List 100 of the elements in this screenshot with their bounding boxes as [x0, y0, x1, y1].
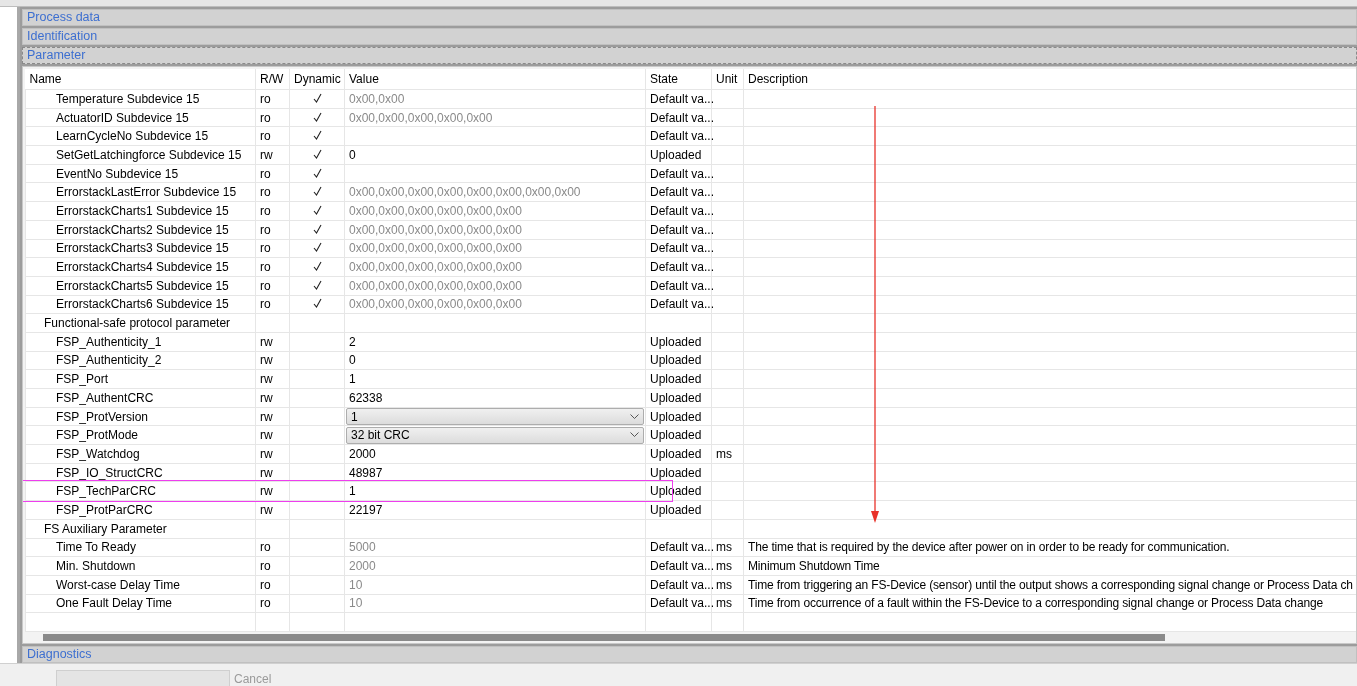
table-cell [711, 108, 744, 127]
table-cell: rw [255, 425, 290, 445]
table-cell[interactable]: 22197 [344, 500, 646, 520]
column-header[interactable]: Dynamic [289, 69, 345, 90]
parameter-row[interactable]: FSP_ProtVersion rw 1 Uploaded [25, 407, 1356, 426]
table-cell: ro [255, 201, 290, 221]
table-cell: ErrorstackLastError Subdevice 15 [25, 182, 256, 202]
parameter-row[interactable]: Min. Shutdown ro 2000 Default va... ms Minimum Shutdown Time [25, 556, 1356, 576]
table-cell: Uploaded [645, 407, 712, 426]
table-cell: ms [711, 556, 744, 576]
table-cell: ro [255, 164, 290, 183]
column-header[interactable]: Value [344, 69, 646, 90]
parameter-row[interactable]: ErrorstackCharts6 Subdevice 15 ro 0x00,0x00,0x00,0x00,0x00,0x00 Default va... [25, 295, 1356, 314]
table-cell[interactable]: 1 [344, 369, 646, 389]
table-cell [711, 239, 744, 258]
table-cell [711, 126, 744, 146]
parameter-row[interactable]: Worst-case Delay Time ro 10 Default va... ms Time from triggering an FS-Device (sensor) until the output shows a corresponding signal change or Process Data ch [25, 575, 1356, 595]
parameter-row[interactable]: FSP_Watchdog rw 2000 Uploaded ms [25, 444, 1356, 464]
parameter-row[interactable]: ErrorstackCharts4 Subdevice 15 ro 0x00,0x00,0x00,0x00,0x00,0x00 Default va... [25, 257, 1356, 277]
parameter-row[interactable]: LearnCycleNo Subdevice 15 ro Default va... [25, 126, 1356, 146]
parameter-row[interactable]: SetGetLatchingforce Subdevice 15 rw 0 Uploaded [25, 145, 1356, 165]
column-header[interactable]: State [645, 69, 712, 90]
table-cell: Functional-safe protocol parameter [25, 313, 256, 333]
table-cell: ro [255, 126, 290, 146]
table-cell: 10 [344, 575, 646, 595]
parameter-row[interactable]: ErrorstackCharts2 Subdevice 15 ro 0x00,0x00,0x00,0x00,0x00,0x00 Default va... [25, 220, 1356, 239]
parameter-row[interactable]: Time To Ready ro 5000 Default va... ms The time that is required by the device after power on in order to be ready for communication. [25, 538, 1356, 557]
chevron-icon [630, 413, 639, 420]
table-cell: Uploaded [645, 388, 712, 408]
column-header[interactable]: Unit [711, 69, 744, 90]
parameter-row[interactable]: FSP_ProtMode rw 32 bit CRC Uploaded [25, 425, 1356, 445]
table-cell: ms [711, 594, 744, 613]
table-cell: Temperature Subdevice 15 [25, 89, 256, 109]
table-cell[interactable]: 0 [344, 145, 646, 165]
column-header[interactable]: Description [743, 69, 1356, 90]
table-cell: Default va... [645, 295, 712, 314]
table-cell[interactable]: 2000 [344, 444, 646, 464]
parameter-row[interactable]: ErrorstackCharts5 Subdevice 15 ro 0x00,0x00,0x00,0x00,0x00,0x00 Default va... [25, 276, 1356, 296]
table-cell: FSP_Watchdog [25, 444, 256, 464]
table-cell: SetGetLatchingforce Subdevice 15 [25, 145, 256, 165]
column-header[interactable]: Name [25, 69, 256, 90]
table-cell: ro [255, 239, 290, 258]
parameter-row[interactable]: FSP_Port rw 1 Uploaded [25, 369, 1356, 389]
check-icon [312, 167, 322, 178]
table-cell[interactable]: 48987 [344, 463, 646, 482]
table-cell: Default va... [645, 239, 712, 258]
table-cell: FSP_ProtMode [25, 425, 256, 445]
check-icon [312, 279, 322, 290]
parameter-row[interactable]: FSP_Authenticity_2 rw 0 Uploaded [25, 351, 1356, 370]
table-cell: 0x00,0x00,0x00,0x00,0x00,0x00 [344, 220, 646, 239]
table-cell: Default va... [645, 201, 712, 221]
table-cell: ms [711, 444, 744, 464]
table-cell[interactable]: 0 [344, 351, 646, 370]
parameter-row[interactable]: ErrorstackCharts3 Subdevice 15 ro 0x00,0x00,0x00,0x00,0x00,0x00 Default va... [25, 239, 1356, 258]
table-cell: Uploaded [645, 444, 712, 464]
column-header[interactable]: R/W [255, 69, 290, 90]
table-cell: 0x00,0x00,0x00,0x00,0x00,0x00,0x00,0x00 [344, 182, 646, 202]
parameter-row[interactable]: FSP_AuthentCRC rw 62338 Uploaded [25, 388, 1356, 408]
parameter-row[interactable]: FSP_ProtParCRC rw 22197 Uploaded [25, 500, 1356, 520]
table-cell[interactable]: 62338 [344, 388, 646, 408]
table-cell: FSP_ProtParCRC [25, 500, 256, 520]
table-cell: Default va... [645, 89, 712, 109]
table-cell: ErrorstackCharts4 Subdevice 15 [25, 257, 256, 277]
table-cell[interactable]: 1 [344, 481, 646, 501]
parameter-row[interactable]: ErrorstackLastError Subdevice 15 ro 0x00,0x00,0x00,0x00,0x00,0x00,0x00,0x00 Default va... [25, 182, 1356, 202]
table-cell: Default va... [645, 164, 712, 183]
scrollbar-thumb[interactable] [43, 633, 1165, 641]
parameter-row[interactable]: FSP_IO_StructCRC rw 48987 Uploaded [25, 463, 1356, 482]
table-cell: Default va... [645, 108, 712, 127]
table-cell[interactable]: 2 [344, 332, 646, 352]
table-cell [711, 220, 744, 239]
check-icon [312, 111, 322, 122]
check-icon [312, 148, 322, 159]
chevron-icon [630, 432, 639, 439]
table-cell: Time To Ready [25, 538, 256, 557]
parameter-row[interactable]: FSP_Authenticity_1 rw 2 Uploaded [25, 332, 1356, 352]
table-cell [711, 182, 744, 202]
table-cell: Default va... [645, 182, 712, 202]
table-cell: rw [255, 444, 290, 464]
parameter-row[interactable]: Temperature Subdevice 15 ro 0x00,0x00 Default va... [25, 89, 1356, 109]
table-cell: Default va... [645, 126, 712, 146]
parameter-row[interactable]: ActuatorID Subdevice 15 ro 0x00,0x00,0x00,0x00,0x00 Default va... [25, 108, 1356, 127]
table-cell: 0x00,0x00 [344, 89, 646, 109]
table-cell: rw [255, 463, 290, 482]
value-dropdown[interactable]: 32 bit CRC [346, 426, 644, 444]
table-cell: ro [255, 556, 290, 576]
table-cell: rw [255, 481, 290, 501]
table-cell: ErrorstackCharts1 Subdevice 15 [25, 201, 256, 221]
parameter-row[interactable]: EventNo Subdevice 15 ro Default va... [25, 164, 1356, 183]
table-cell [711, 351, 744, 370]
value-dropdown[interactable]: 1 [346, 408, 644, 426]
table-cell: 2000 [344, 556, 646, 576]
parameter-row[interactable]: One Fault Delay Time ro 10 Default va... ms Time from occurrence of a fault within the FS-Device to a corresponding signal change or Process Data change [25, 594, 1356, 613]
table-cell: rw [255, 351, 290, 370]
parameter-row[interactable]: ErrorstackCharts1 Subdevice 15 ro 0x00,0x00,0x00,0x00,0x00,0x00 Default va... [25, 201, 1356, 221]
table-cell: LearnCycleNo Subdevice 15 [25, 126, 256, 146]
table-cell: ErrorstackCharts2 Subdevice 15 [25, 220, 256, 239]
table-cell: Default va... [645, 556, 712, 576]
table-cell: Default va... [645, 220, 712, 239]
table-cell: ro [255, 295, 290, 314]
